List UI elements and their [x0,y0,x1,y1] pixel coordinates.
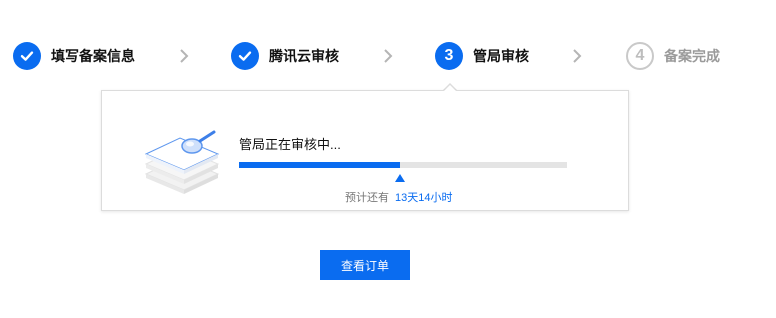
step-2-check-icon [231,42,259,70]
step-1-check-icon [13,42,41,70]
view-order-button[interactable]: 查看订单 [320,250,410,280]
review-progress-fill [239,162,400,168]
eta-label: 预计还有 [345,192,389,204]
chevron-right-icon [384,49,393,63]
step-4-number-badge: 4 [626,42,654,70]
panel-pointer-inner [443,85,457,92]
step-2-label: 腾讯云审核 [269,48,339,64]
step-3-number: 3 [444,47,454,64]
document-review-icon [144,130,220,194]
progress-marker-icon [395,174,405,182]
review-progress-bar [239,162,567,168]
chevron-right-icon [180,49,189,63]
step-4-number: 4 [635,47,645,64]
step-4-label: 备案完成 [664,48,720,64]
review-status-text: 管局正在审核中... [239,137,341,152]
step-3-label: 管局审核 [473,48,529,64]
step-bureau-review: 3 管局审核 [435,42,529,70]
filing-progress-page: 填写备案信息 腾讯云审核 3 管局审核 4 备案完成 管局正在审核中... 预计… [0,0,776,318]
step-1-label: 填写备案信息 [51,48,135,64]
eta-value: 13天14小时 [395,192,453,204]
eta-row: 预计还有 13天14小时 [345,189,452,205]
step-filing-complete: 4 备案完成 [626,42,720,70]
step-3-number-badge: 3 [435,42,463,70]
step-tencent-review: 腾讯云审核 [231,42,339,70]
step-fill-info: 填写备案信息 [13,42,135,70]
chevron-right-icon [573,49,582,63]
